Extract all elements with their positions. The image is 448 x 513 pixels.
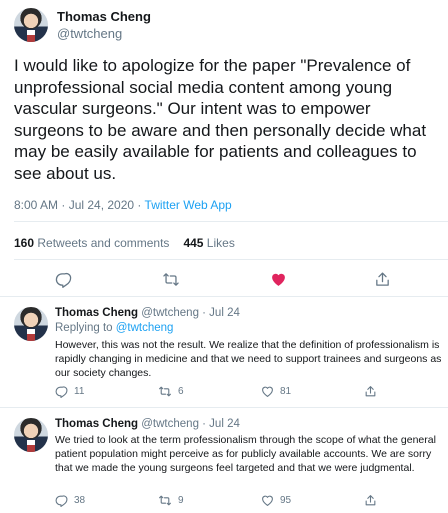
reply-text: We tried to look at the term professiona… <box>55 434 436 474</box>
reply-icon <box>55 272 71 288</box>
reply-icon <box>55 386 68 398</box>
reply-header: Thomas Cheng @twtcheng · Jul 24 <box>55 418 240 430</box>
avatar[interactable] <box>14 8 48 42</box>
reply-icon <box>55 495 68 507</box>
retweets-stat[interactable]: 160 Retweets and comments <box>14 236 169 250</box>
reply-button[interactable]: 38 <box>55 494 158 507</box>
like-button[interactable]: 95 <box>261 494 364 507</box>
like-button[interactable]: 81 <box>261 385 364 398</box>
retweet-count: 6 <box>178 386 184 397</box>
retweet-button[interactable]: 6 <box>158 385 261 398</box>
retweet-count: 9 <box>178 495 184 506</box>
heart-icon <box>262 386 273 398</box>
reply-text: However, this was not the result. We rea… <box>55 339 442 379</box>
replying-to-label: Replying to <box>55 322 116 334</box>
reply-meta: @twtcheng · Jul 24 <box>138 307 240 319</box>
share-button[interactable] <box>371 268 393 290</box>
share-icon <box>365 495 376 506</box>
reply-tweet[interactable]: Thomas Cheng @twtcheng · Jul 24 Replying… <box>0 297 448 407</box>
reply-button[interactable] <box>52 268 74 290</box>
retweets-label: Retweets and comments <box>34 236 170 250</box>
divider <box>14 221 448 222</box>
reply-actions: 38 9 95 <box>55 494 448 507</box>
retweet-button[interactable]: 9 <box>158 494 261 507</box>
like-button[interactable] <box>267 268 289 290</box>
reply-count: 11 <box>74 386 85 397</box>
share-button[interactable] <box>364 494 448 507</box>
replying-to-handle[interactable]: @twtcheng <box>116 322 174 334</box>
likes-count: 445 <box>183 236 204 250</box>
reply-header: Thomas Cheng @twtcheng · Jul 24 <box>55 307 240 319</box>
reply-tweet[interactable]: Thomas Cheng @twtcheng · Jul 24 We tried… <box>0 408 448 513</box>
author-handle[interactable]: @twtcheng <box>57 26 122 41</box>
avatar[interactable] <box>14 307 48 341</box>
retweet-icon <box>159 495 171 506</box>
reply-count: 38 <box>74 495 86 506</box>
reply-actions: 11 6 81 <box>55 385 448 398</box>
author-name[interactable]: Thomas Cheng <box>55 307 138 319</box>
likes-stat[interactable]: 445 Likes <box>183 236 234 250</box>
heart-icon <box>271 273 285 286</box>
retweet-button[interactable] <box>160 268 182 290</box>
tweet-meta: 8:00 AM · Jul 24, 2020 · Twitter Web App <box>14 198 232 212</box>
author-name[interactable]: Thomas Cheng <box>55 418 138 430</box>
avatar[interactable] <box>14 418 48 452</box>
heart-icon <box>262 495 273 507</box>
reply-meta: @twtcheng · Jul 24 <box>138 418 240 430</box>
retweet-icon <box>163 272 179 286</box>
tweet-stats: 160 Retweets and comments 445 Likes <box>14 236 235 250</box>
share-button[interactable] <box>364 385 448 398</box>
retweets-count: 160 <box>14 236 35 250</box>
divider <box>14 259 448 260</box>
tweet-text: I would like to apologize for the paper … <box>14 56 427 183</box>
reply-button[interactable]: 11 <box>55 385 158 398</box>
likes-label: Likes <box>203 236 235 250</box>
share-icon <box>375 271 389 286</box>
share-icon <box>365 386 376 397</box>
tweet-source-link[interactable]: Twitter Web App <box>145 198 232 212</box>
like-count: 81 <box>280 386 292 397</box>
retweet-icon <box>159 386 171 397</box>
tweet-timestamp[interactable]: 8:00 AM · Jul 24, 2020 · <box>14 198 145 212</box>
like-count: 95 <box>280 495 292 506</box>
author-name[interactable]: Thomas Cheng <box>57 9 151 24</box>
replying-to: Replying to @twtcheng <box>55 322 173 334</box>
